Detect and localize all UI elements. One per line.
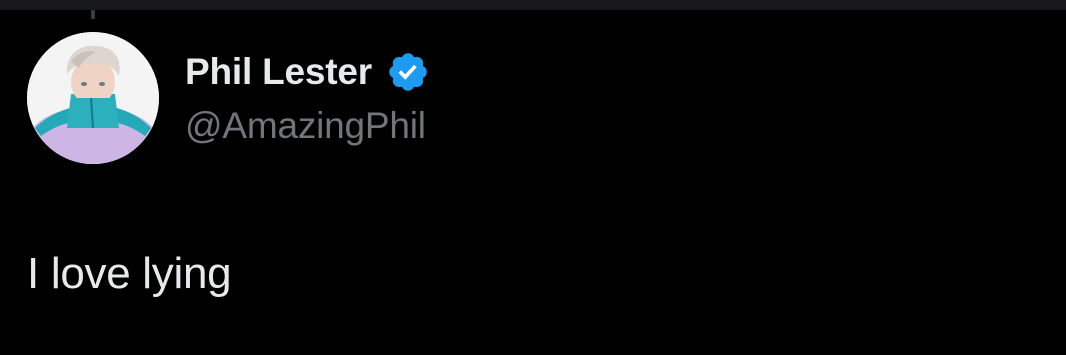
author-name-row: Phil Lester	[185, 50, 430, 94]
author-block[interactable]: Phil Lester @AmazingPhil	[185, 50, 430, 148]
author-display-name[interactable]: Phil Lester	[185, 50, 372, 94]
avatar-image	[27, 32, 159, 164]
author-handle[interactable]: @AmazingPhil	[185, 104, 430, 148]
tweet-text: I love lying	[27, 249, 232, 298]
author-avatar[interactable]	[27, 32, 159, 164]
verified-badge-icon[interactable]	[386, 50, 430, 94]
tweet-card[interactable]: Phil Lester @AmazingPhil I love lying	[0, 0, 1066, 355]
